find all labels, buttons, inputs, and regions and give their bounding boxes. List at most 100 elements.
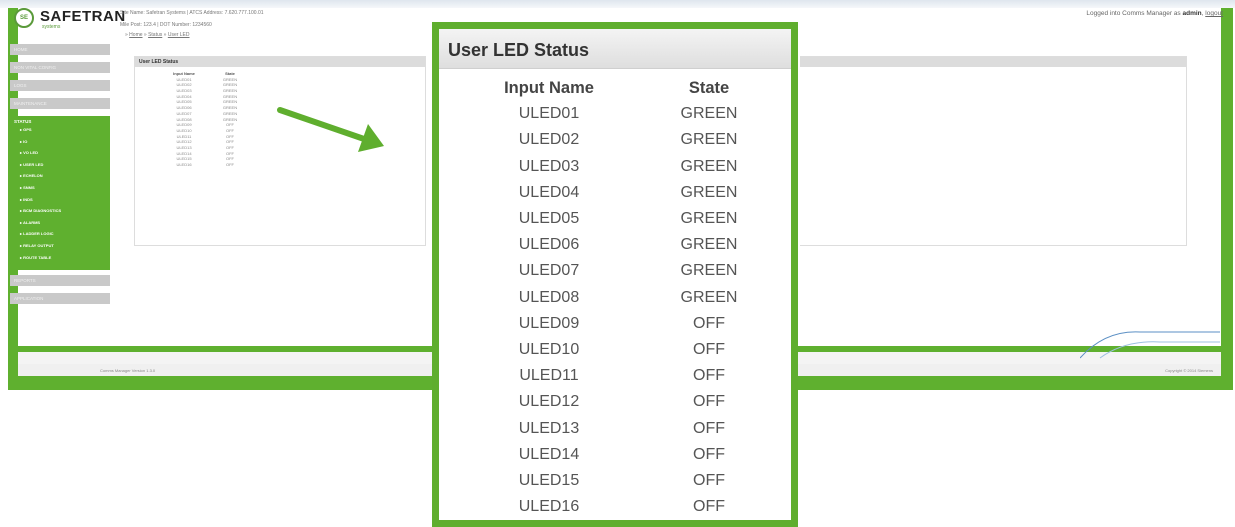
sidebar-subitem-label: ECHELON	[23, 173, 43, 179]
cell-state: OFF	[693, 314, 725, 332]
table-row: ULED02 GREEN	[439, 127, 791, 153]
sidebar-subitem-label: SNMS	[23, 184, 35, 190]
cell-input-name: ULED04	[518, 183, 580, 201]
table-row: ULED13 OFF	[439, 415, 791, 441]
sidebar-item[interactable]: LOGS	[10, 80, 110, 91]
cell-state: GREEN	[680, 236, 738, 254]
cell-input-name: ULED06	[518, 236, 580, 254]
right-panel	[800, 56, 1187, 246]
table-row: ULED07 GREEN	[439, 258, 791, 284]
right-panel-header	[800, 57, 1186, 67]
cell-state: GREEN	[680, 131, 738, 149]
cell-input-name: ULED03	[518, 157, 580, 175]
table-row: ULED08 GREEN	[439, 285, 791, 311]
table-row: ULED15 OFF	[439, 468, 791, 494]
sidebar-subitem-label: VO LED	[23, 150, 39, 156]
brand-name: SAFETRAN	[40, 8, 126, 25]
cell-input-name: ULED16	[518, 498, 580, 516]
sidebar-item[interactable]: MAINTENANCE	[10, 98, 110, 109]
table-row: ULED11 OFF	[439, 363, 791, 389]
login-prefix: Logged into Comms Manager as	[1086, 10, 1181, 17]
table-row: ULED05 GREEN	[439, 206, 791, 232]
breadcrumb-status[interactable]: Status	[148, 32, 162, 38]
table-row: ULED06 GREEN	[439, 232, 791, 258]
sidebar-subitem-label: LADDER LOGIC	[23, 231, 54, 237]
cell-input-name: ULED14	[518, 445, 580, 463]
login-user: admin	[1182, 10, 1202, 17]
mini-panel-title: User LED Status	[135, 57, 425, 67]
cell-state: OFF	[693, 393, 725, 411]
breadcrumb: » Home » Status » User LED	[125, 32, 190, 38]
sidebar-subitem-label: USER LED	[23, 161, 44, 167]
cell-state: OFF	[693, 498, 725, 516]
logout-link[interactable]: logout	[1205, 10, 1223, 17]
sidebar-subitem-label: RELAY OUTPUT	[23, 242, 54, 248]
sidebar-subitem[interactable]: ▸ IO	[14, 139, 108, 151]
cell-input-name: ULED09	[518, 314, 580, 332]
login-info: Logged into Comms Manager as admin, logo…	[1086, 10, 1223, 17]
table-header: Input Name State	[439, 75, 791, 101]
table-row: ULED16 OFF	[439, 494, 791, 520]
cell-state: OFF	[693, 419, 725, 437]
pointer-arrow-icon	[277, 107, 384, 152]
sidebar-subitem-label: GPS	[23, 127, 32, 132]
table-row: ULED14 OFF	[439, 442, 791, 468]
sidebar-subitem[interactable]: ▸ INDS	[14, 197, 108, 209]
cell-state: GREEN	[680, 157, 738, 175]
sidebar-subitem-label: INDS	[23, 196, 33, 202]
sidebar-item[interactable]: NON VITAL CONFIG	[10, 62, 110, 73]
cell-input-name: ULED11	[519, 367, 579, 385]
sidebar-subitem[interactable]: ▸ SNMS	[14, 185, 108, 197]
mini-table-row: ULED16 OFF	[153, 162, 245, 168]
sidebar-status-header[interactable]: STATUS	[14, 119, 108, 124]
cell-state: OFF	[693, 445, 725, 463]
sidebar-subitem-label: IO	[23, 138, 28, 144]
cell-state: GREEN	[680, 262, 738, 280]
cell-input-name: ULED01	[518, 105, 580, 123]
sidebar-subitem[interactable]: ▸ ECHELON	[14, 173, 108, 185]
table-row: ULED01 GREEN	[439, 101, 791, 127]
sidebar-item[interactable]: HOME	[10, 44, 110, 55]
breadcrumb-user-led[interactable]: User LED	[168, 32, 190, 38]
sidebar-item[interactable]: REPORTS	[10, 275, 110, 287]
col-input-name: Input Name	[504, 78, 594, 97]
callout-title: User LED Status	[439, 29, 791, 69]
sidebar-subitem[interactable]: ▸ LADDER LOGIC	[14, 231, 108, 243]
sidebar-subitem[interactable]: ▸ USER LED	[14, 162, 108, 174]
sidebar-subitem-label: ROUTE TABLE	[23, 254, 52, 260]
cell-input-name: ULED02	[518, 131, 580, 149]
cell-input-name: ULED15	[518, 471, 580, 489]
sidebar-subitem[interactable]: ▸ ALARMS	[14, 220, 108, 232]
cell-input-name: ULED10	[518, 340, 580, 358]
sidebar-subitem[interactable]: ▸ GPS	[14, 127, 108, 139]
cell-input-name: ULED13	[518, 419, 580, 437]
table-row: ULED04 GREEN	[439, 180, 791, 206]
breadcrumb-home[interactable]: Home	[129, 32, 142, 38]
sidebar-subitem[interactable]: ▸ VO LED	[14, 150, 108, 162]
table-row: ULED03 GREEN	[439, 154, 791, 180]
mini-cell-state: OFF	[226, 162, 234, 167]
table-row: ULED12 OFF	[439, 389, 791, 415]
sidebar-subitem[interactable]: ▸ BCM DIAGNOSTICS	[14, 208, 108, 220]
cell-state: GREEN	[680, 288, 738, 306]
logo-icon: SE	[14, 8, 34, 28]
sidebar-item[interactable]: APPLICATION	[10, 293, 110, 305]
cell-input-name: ULED12	[518, 393, 580, 411]
cell-state: GREEN	[680, 105, 738, 123]
sidebar-subitem[interactable]: ▸ RELAY OUTPUT	[14, 243, 108, 255]
sidebar-status-group: STATUS ▸ GPS ▸ IO ▸ VO LED ▸ USER LED ▸ ECHEL…	[10, 116, 110, 271]
sidebar-subitem-label: ALARMS	[22, 219, 41, 225]
window-top-edge	[0, 0, 1235, 8]
cell-input-name: ULED07	[518, 262, 580, 280]
led-status-table: Input Name State ULED01 GREEN ULED02 GREEN U…	[439, 75, 791, 520]
col-state: State	[688, 78, 730, 97]
mini-cell-name: ULED16	[176, 162, 192, 167]
mile-post-info: Mile Post: 123.4 | DOT Number: 1234560	[120, 22, 212, 28]
version-text: Comms Manager Version 1.3.0	[100, 368, 156, 373]
table-row: ULED09 OFF	[439, 311, 791, 337]
user-led-status-callout: User LED Status Input Name State ULED01 G…	[432, 22, 798, 527]
sidebar-subitem[interactable]: ▸ ROUTE TABLE	[14, 255, 108, 267]
brand-subtitle: systems	[42, 24, 61, 30]
sidebar: HOME NON VITAL CONFIG LOGS MAINTENANCE STATU…	[10, 44, 110, 311]
cell-input-name: ULED08	[518, 288, 580, 306]
